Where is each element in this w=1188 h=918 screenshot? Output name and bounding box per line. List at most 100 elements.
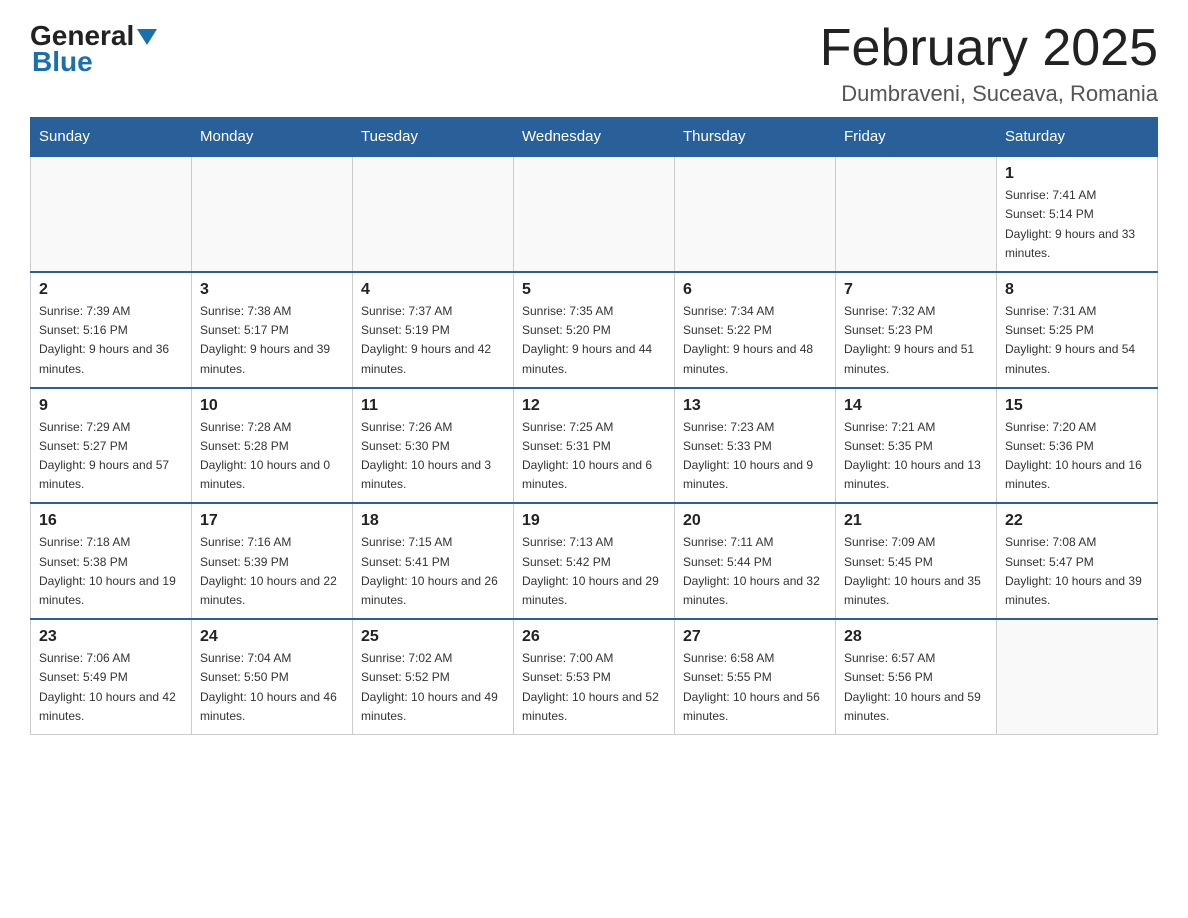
day-number: 12: [522, 397, 666, 415]
day-info: Sunrise: 7:15 AMSunset: 5:41 PMDaylight:…: [361, 533, 505, 610]
calendar-cell: 12 Sunrise: 7:25 AMSunset: 5:31 PMDayligh…: [514, 388, 675, 504]
day-info: Sunrise: 7:35 AMSunset: 5:20 PMDaylight:…: [522, 302, 666, 379]
calendar-cell: 19 Sunrise: 7:13 AMSunset: 5:42 PMDayligh…: [514, 503, 675, 619]
calendar-cell: 28 Sunrise: 6:57 AMSunset: 5:56 PMDayligh…: [836, 619, 997, 734]
header-tuesday: Tuesday: [353, 118, 514, 157]
header-wednesday: Wednesday: [514, 118, 675, 157]
day-info: Sunrise: 7:26 AMSunset: 5:30 PMDaylight:…: [361, 418, 505, 495]
calendar-header: Sunday Monday Tuesday Wednesday Thursday…: [31, 118, 1158, 157]
calendar-cell: 14 Sunrise: 7:21 AMSunset: 5:35 PMDayligh…: [836, 388, 997, 504]
day-number: 27: [683, 628, 827, 646]
header-saturday: Saturday: [997, 118, 1158, 157]
calendar-cell: 8 Sunrise: 7:31 AMSunset: 5:25 PMDaylight…: [997, 272, 1158, 388]
day-info: Sunrise: 7:32 AMSunset: 5:23 PMDaylight:…: [844, 302, 988, 379]
day-number: 18: [361, 512, 505, 530]
day-info: Sunrise: 7:21 AMSunset: 5:35 PMDaylight:…: [844, 418, 988, 495]
day-info: Sunrise: 7:23 AMSunset: 5:33 PMDaylight:…: [683, 418, 827, 495]
day-number: 8: [1005, 281, 1149, 299]
day-info: Sunrise: 7:06 AMSunset: 5:49 PMDaylight:…: [39, 649, 183, 726]
day-info: Sunrise: 7:13 AMSunset: 5:42 PMDaylight:…: [522, 533, 666, 610]
day-info: Sunrise: 7:25 AMSunset: 5:31 PMDaylight:…: [522, 418, 666, 495]
day-number: 11: [361, 397, 505, 415]
day-number: 26: [522, 628, 666, 646]
page-header: General Blue February 2025 Dumbraveni, S…: [30, 20, 1158, 107]
calendar-cell: 6 Sunrise: 7:34 AMSunset: 5:22 PMDaylight…: [675, 272, 836, 388]
day-number: 7: [844, 281, 988, 299]
day-number: 6: [683, 281, 827, 299]
day-info: Sunrise: 7:31 AMSunset: 5:25 PMDaylight:…: [1005, 302, 1149, 379]
calendar-cell: 22 Sunrise: 7:08 AMSunset: 5:47 PMDayligh…: [997, 503, 1158, 619]
header-thursday: Thursday: [675, 118, 836, 157]
location-subtitle: Dumbraveni, Suceava, Romania: [820, 81, 1158, 107]
day-number: 17: [200, 512, 344, 530]
calendar-week-row: 23 Sunrise: 7:06 AMSunset: 5:49 PMDayligh…: [31, 619, 1158, 734]
calendar-cell: 26 Sunrise: 7:00 AMSunset: 5:53 PMDayligh…: [514, 619, 675, 734]
calendar-week-row: 9 Sunrise: 7:29 AMSunset: 5:27 PMDaylight…: [31, 388, 1158, 504]
calendar-cell: 25Sunrise: 7:02 AMSunset: 5:52 PMDayligh…: [353, 619, 514, 734]
calendar-cell: [192, 156, 353, 272]
calendar-cell: [997, 619, 1158, 734]
day-info: Sunrise: 7:20 AMSunset: 5:36 PMDaylight:…: [1005, 418, 1149, 495]
day-number: 25: [361, 628, 505, 646]
day-number: 14: [844, 397, 988, 415]
calendar-week-row: 1 Sunrise: 7:41 AMSunset: 5:14 PMDaylight…: [31, 156, 1158, 272]
calendar-cell: 5 Sunrise: 7:35 AMSunset: 5:20 PMDaylight…: [514, 272, 675, 388]
calendar-week-row: 2Sunrise: 7:39 AMSunset: 5:16 PMDaylight…: [31, 272, 1158, 388]
day-info: Sunrise: 7:00 AMSunset: 5:53 PMDaylight:…: [522, 649, 666, 726]
calendar-table: Sunday Monday Tuesday Wednesday Thursday…: [30, 117, 1158, 735]
calendar-cell: [31, 156, 192, 272]
day-info: Sunrise: 7:34 AMSunset: 5:22 PMDaylight:…: [683, 302, 827, 379]
calendar-cell: 4 Sunrise: 7:37 AMSunset: 5:19 PMDaylight…: [353, 272, 514, 388]
day-number: 4: [361, 281, 505, 299]
calendar-cell: [675, 156, 836, 272]
day-info: Sunrise: 7:08 AMSunset: 5:47 PMDaylight:…: [1005, 533, 1149, 610]
day-number: 16: [39, 512, 183, 530]
day-info: Sunrise: 6:57 AMSunset: 5:56 PMDaylight:…: [844, 649, 988, 726]
logo: General Blue: [30, 20, 157, 78]
calendar-cell: 21Sunrise: 7:09 AMSunset: 5:45 PMDayligh…: [836, 503, 997, 619]
day-info: Sunrise: 7:41 AMSunset: 5:14 PMDaylight:…: [1005, 186, 1149, 263]
title-area: February 2025 Dumbraveni, Suceava, Roman…: [820, 20, 1158, 107]
day-info: Sunrise: 7:38 AMSunset: 5:17 PMDaylight:…: [200, 302, 344, 379]
day-info: Sunrise: 6:58 AMSunset: 5:55 PMDaylight:…: [683, 649, 827, 726]
day-number: 9: [39, 397, 183, 415]
logo-blue-text: Blue: [30, 46, 157, 78]
day-number: 28: [844, 628, 988, 646]
calendar-cell: 15Sunrise: 7:20 AMSunset: 5:36 PMDayligh…: [997, 388, 1158, 504]
calendar-body: 1 Sunrise: 7:41 AMSunset: 5:14 PMDaylight…: [31, 156, 1158, 734]
calendar-cell: 9 Sunrise: 7:29 AMSunset: 5:27 PMDaylight…: [31, 388, 192, 504]
day-info: Sunrise: 7:37 AMSunset: 5:19 PMDaylight:…: [361, 302, 505, 379]
day-info: Sunrise: 7:29 AMSunset: 5:27 PMDaylight:…: [39, 418, 183, 495]
day-number: 22: [1005, 512, 1149, 530]
calendar-cell: 24 Sunrise: 7:04 AMSunset: 5:50 PMDayligh…: [192, 619, 353, 734]
day-number: 10: [200, 397, 344, 415]
day-number: 24: [200, 628, 344, 646]
day-number: 1: [1005, 165, 1149, 183]
day-number: 23: [39, 628, 183, 646]
calendar-cell: 18 Sunrise: 7:15 AMSunset: 5:41 PMDayligh…: [353, 503, 514, 619]
day-info: Sunrise: 7:16 AMSunset: 5:39 PMDaylight:…: [200, 533, 344, 610]
header-sunday: Sunday: [31, 118, 192, 157]
calendar-cell: 3Sunrise: 7:38 AMSunset: 5:17 PMDaylight…: [192, 272, 353, 388]
day-number: 20: [683, 512, 827, 530]
calendar-cell: 20 Sunrise: 7:11 AMSunset: 5:44 PMDayligh…: [675, 503, 836, 619]
calendar-cell: 1 Sunrise: 7:41 AMSunset: 5:14 PMDaylight…: [997, 156, 1158, 272]
day-info: Sunrise: 7:28 AMSunset: 5:28 PMDaylight:…: [200, 418, 344, 495]
day-info: Sunrise: 7:18 AMSunset: 5:38 PMDaylight:…: [39, 533, 183, 610]
calendar-cell: [836, 156, 997, 272]
calendar-cell: [514, 156, 675, 272]
day-info: Sunrise: 7:04 AMSunset: 5:50 PMDaylight:…: [200, 649, 344, 726]
days-of-week-row: Sunday Monday Tuesday Wednesday Thursday…: [31, 118, 1158, 157]
calendar-cell: 13 Sunrise: 7:23 AMSunset: 5:33 PMDayligh…: [675, 388, 836, 504]
calendar-cell: 10 Sunrise: 7:28 AMSunset: 5:28 PMDayligh…: [192, 388, 353, 504]
header-friday: Friday: [836, 118, 997, 157]
day-number: 5: [522, 281, 666, 299]
day-info: Sunrise: 7:11 AMSunset: 5:44 PMDaylight:…: [683, 533, 827, 610]
calendar-week-row: 16 Sunrise: 7:18 AMSunset: 5:38 PMDayligh…: [31, 503, 1158, 619]
day-number: 13: [683, 397, 827, 415]
calendar-cell: 7 Sunrise: 7:32 AMSunset: 5:23 PMDaylight…: [836, 272, 997, 388]
day-number: 21: [844, 512, 988, 530]
day-number: 19: [522, 512, 666, 530]
day-info: Sunrise: 7:39 AMSunset: 5:16 PMDaylight:…: [39, 302, 183, 379]
calendar-cell: 11 Sunrise: 7:26 AMSunset: 5:30 PMDayligh…: [353, 388, 514, 504]
